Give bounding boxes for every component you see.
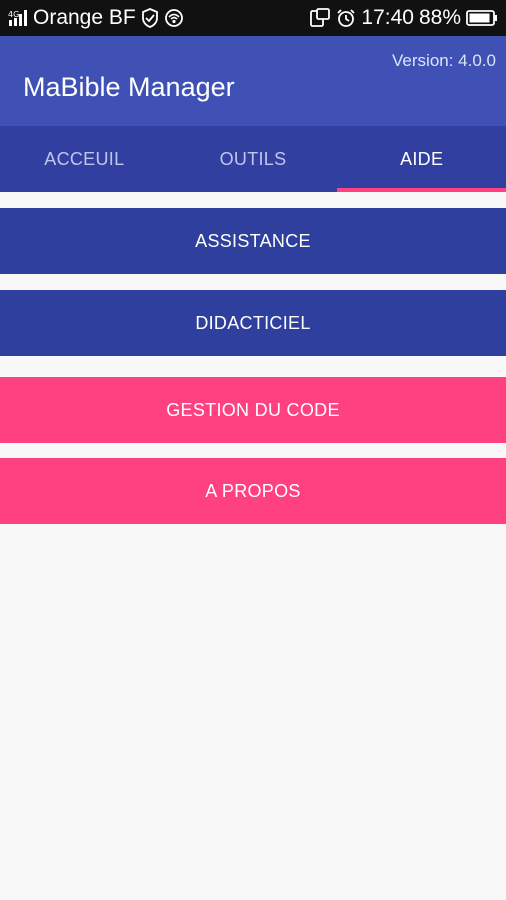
status-bar-right: 17:40 88% [309,6,498,30]
assistance-button[interactable]: ASSISTANCE [0,208,506,274]
svg-text:4G: 4G [8,10,19,19]
app-bar: Version: 4.0.0 MaBible Manager [0,36,506,126]
status-bar-left: 4G Orange BF [8,6,184,30]
app-title: MaBible Manager [23,72,235,102]
tab-acceuil[interactable]: ACCEUIL [0,126,169,192]
gestion-du-code-button[interactable]: GESTION DU CODE [0,377,506,443]
status-bar: 4G Orange BF 17:40 88% [0,0,506,36]
clock-time: 17:40 [361,6,414,29]
a-propos-button[interactable]: A PROPOS [0,458,506,524]
screen-rotation-icon [309,8,331,28]
shield-icon [141,8,159,28]
version-label: Version: 4.0.0 [392,51,496,70]
tab-bar: ACCEUIL OUTILS AIDE [0,126,506,192]
carrier-name: Orange BF [33,6,136,29]
wifi-icon [164,8,184,28]
tab-aide[interactable]: AIDE [337,126,506,192]
tab-outils[interactable]: OUTILS [169,126,338,192]
signal-icon: 4G [8,8,28,28]
battery-percent: 88% [418,6,461,29]
didacticiel-button[interactable]: DIDACTICIEL [0,290,506,356]
alarm-icon [336,8,356,28]
battery-icon [466,9,498,27]
